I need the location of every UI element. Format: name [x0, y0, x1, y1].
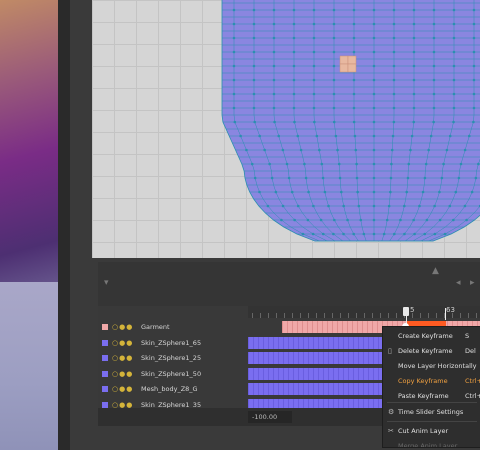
- desktop-wallpaper: [0, 0, 58, 450]
- track-color-swatch: [102, 355, 108, 361]
- playhead-handle[interactable]: [403, 307, 409, 316]
- menu-item-shortcut: Ctrl+: [465, 377, 480, 385]
- ruler-tick: [268, 313, 269, 318]
- ruler-tick: [316, 313, 317, 318]
- frame-label-keyframe: 63: [446, 306, 455, 314]
- keyframe-marker: [445, 308, 446, 320]
- menu-item: Merge Anim Layer: [383, 439, 480, 448]
- menu-item-label: Move Layer Horizontally: [398, 362, 477, 370]
- track-toggle-icons[interactable]: ○●●: [112, 323, 133, 331]
- track-color-swatch: [102, 324, 108, 330]
- ruler-tick: [468, 313, 469, 318]
- ruler-tick: [380, 313, 381, 318]
- track-header[interactable]: ○●● Skin_ZSphere1_65: [98, 336, 248, 350]
- track-header[interactable]: ○●● Skin_ZSphere1_50: [98, 367, 248, 381]
- track-name: Mesh_body_Z8_G: [141, 385, 198, 393]
- more-controls-icon[interactable]: ▸: [470, 278, 475, 288]
- ruler-tick: [428, 313, 429, 318]
- menu-item[interactable]: ⚙ Time Slider Settings: [383, 405, 480, 420]
- ruler-tick: [332, 313, 333, 318]
- track-name: Skin_ZSphere1_25: [141, 354, 202, 362]
- menu-separator: [387, 421, 477, 422]
- menu-item-label: Delete Keyframe: [398, 347, 453, 355]
- menu-item-label: Paste Keyframe: [398, 392, 449, 400]
- menu-item-shortcut: Ctrl+: [465, 392, 480, 400]
- menu-item-label: Cut Anim Layer: [398, 427, 449, 435]
- track-color-swatch: [102, 401, 108, 408]
- menu-item[interactable]: Copy Keyframe Ctrl+: [383, 374, 480, 389]
- ruler-tick: [388, 313, 389, 318]
- ruler-tick: [436, 313, 437, 318]
- track-color-swatch: [102, 386, 108, 392]
- mesh-body[interactable]: [221, 0, 480, 242]
- scissors-icon: ✂: [388, 427, 394, 435]
- ruler-tick: [292, 313, 293, 318]
- track-toggle-icons[interactable]: ○●●: [112, 385, 133, 393]
- ruler-tick: [276, 313, 277, 318]
- menu-item-label: Time Slider Settings: [398, 408, 464, 416]
- ruler-tick: [340, 313, 341, 318]
- track-name: Skin_ZSphere1_50: [141, 369, 202, 378]
- ruler-tick: [364, 313, 365, 318]
- menu-item[interactable]: ✂ Cut Anim Layer: [383, 424, 480, 439]
- ruler-tick: [252, 313, 253, 318]
- start-value-field[interactable]: -100.00: [248, 411, 292, 423]
- menu-item-label: Create Keyframe: [398, 332, 453, 340]
- track-color-swatch: [102, 370, 108, 377]
- menu-item[interactable]: Create Keyframe S: [383, 329, 480, 344]
- expand-up-icon[interactable]: ▲: [432, 266, 439, 276]
- ruler-tick: [324, 313, 325, 318]
- menu-separator: [387, 402, 477, 403]
- ruler-tick: [356, 313, 357, 318]
- context-menu: Create Keyframe S ▯ Delete Keyframe Del Move …: [382, 326, 480, 448]
- ruler-tick: [460, 313, 461, 318]
- avatar-mesh[interactable]: [92, 0, 480, 258]
- viewport-frame: [86, 0, 480, 262]
- frame-label-playhead: 5: [410, 306, 415, 314]
- timeline-menu-icon[interactable]: ▾: [104, 278, 109, 288]
- menu-item-shortcut: S: [465, 332, 470, 340]
- track-toggle-icons[interactable]: ○●●: [112, 354, 133, 362]
- 3d-viewport[interactable]: [92, 0, 480, 258]
- ruler-tick: [396, 313, 397, 318]
- ruler-tick: [476, 313, 477, 318]
- ruler-tick: [284, 313, 285, 318]
- track-toggle-icons[interactable]: ○●●: [112, 370, 133, 378]
- ruler-tick: [348, 313, 349, 318]
- menu-item-shortcut: Del: [465, 347, 476, 355]
- track-header[interactable]: ○●● Mesh_body_Z8_G: [98, 382, 248, 396]
- menu-item-label: Copy Keyframe: [398, 377, 448, 385]
- menu-item[interactable]: ▯ Delete Keyframe Del: [383, 344, 480, 359]
- track-name: Garment: [141, 323, 170, 331]
- selected-vertices[interactable]: [339, 55, 357, 73]
- timeline-toolbar: ▾ ▲ ◂ ▸: [98, 262, 480, 306]
- menu-item[interactable]: Move Layer Horizontally: [383, 359, 480, 374]
- ruler-tick: [420, 313, 421, 318]
- delete-icon: ▯: [388, 347, 392, 355]
- ruler-tick: [260, 313, 261, 318]
- ruler-tick: [372, 313, 373, 318]
- track-header[interactable]: ○●● Skin_ZSphere1_25: [98, 351, 248, 365]
- ruler-tick: [300, 313, 301, 318]
- track-header[interactable]: ○●● Garment: [98, 320, 248, 334]
- ruler-tick: [308, 313, 309, 318]
- track-name: Skin_ZSphere1_65: [141, 338, 202, 347]
- menu-item-label: Merge Anim Layer: [398, 442, 458, 448]
- play-control-icon[interactable]: ◂: [456, 278, 461, 288]
- track-color-swatch: [102, 339, 108, 346]
- track-toggle-icons[interactable]: ○●●: [112, 339, 133, 347]
- settings-icon: ⚙: [388, 408, 395, 416]
